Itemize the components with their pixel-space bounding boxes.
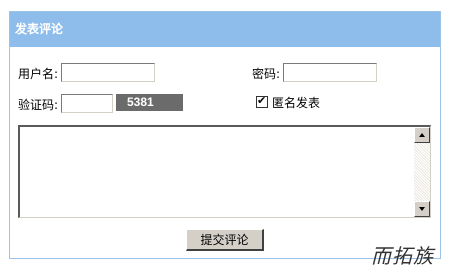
panel-title: 发表评论 [10,12,440,47]
captcha-input[interactable] [61,94,113,113]
arrow-down-icon [419,207,425,211]
username-input[interactable] [61,63,155,82]
comment-textarea[interactable] [18,125,431,218]
anonymous-checkbox[interactable]: ✔ [256,94,268,108]
password-label: 密码: [252,67,281,81]
captcha-label: 验证码: [18,98,59,112]
checkmark-icon: ✔ [257,94,267,107]
scroll-up-button[interactable] [414,127,430,143]
password-input[interactable] [283,63,377,82]
watermark: 而拓族 [371,244,434,268]
scroll-down-button[interactable] [414,201,430,217]
username-label: 用户名: [18,67,59,81]
textarea-scrollbar[interactable] [414,127,430,217]
anonymous-label: 匿名发表 [272,96,321,110]
arrow-up-icon [419,133,425,137]
captcha-image[interactable]: 5381 [116,94,183,111]
submit-comment-button[interactable]: 提交评论 [186,229,264,251]
